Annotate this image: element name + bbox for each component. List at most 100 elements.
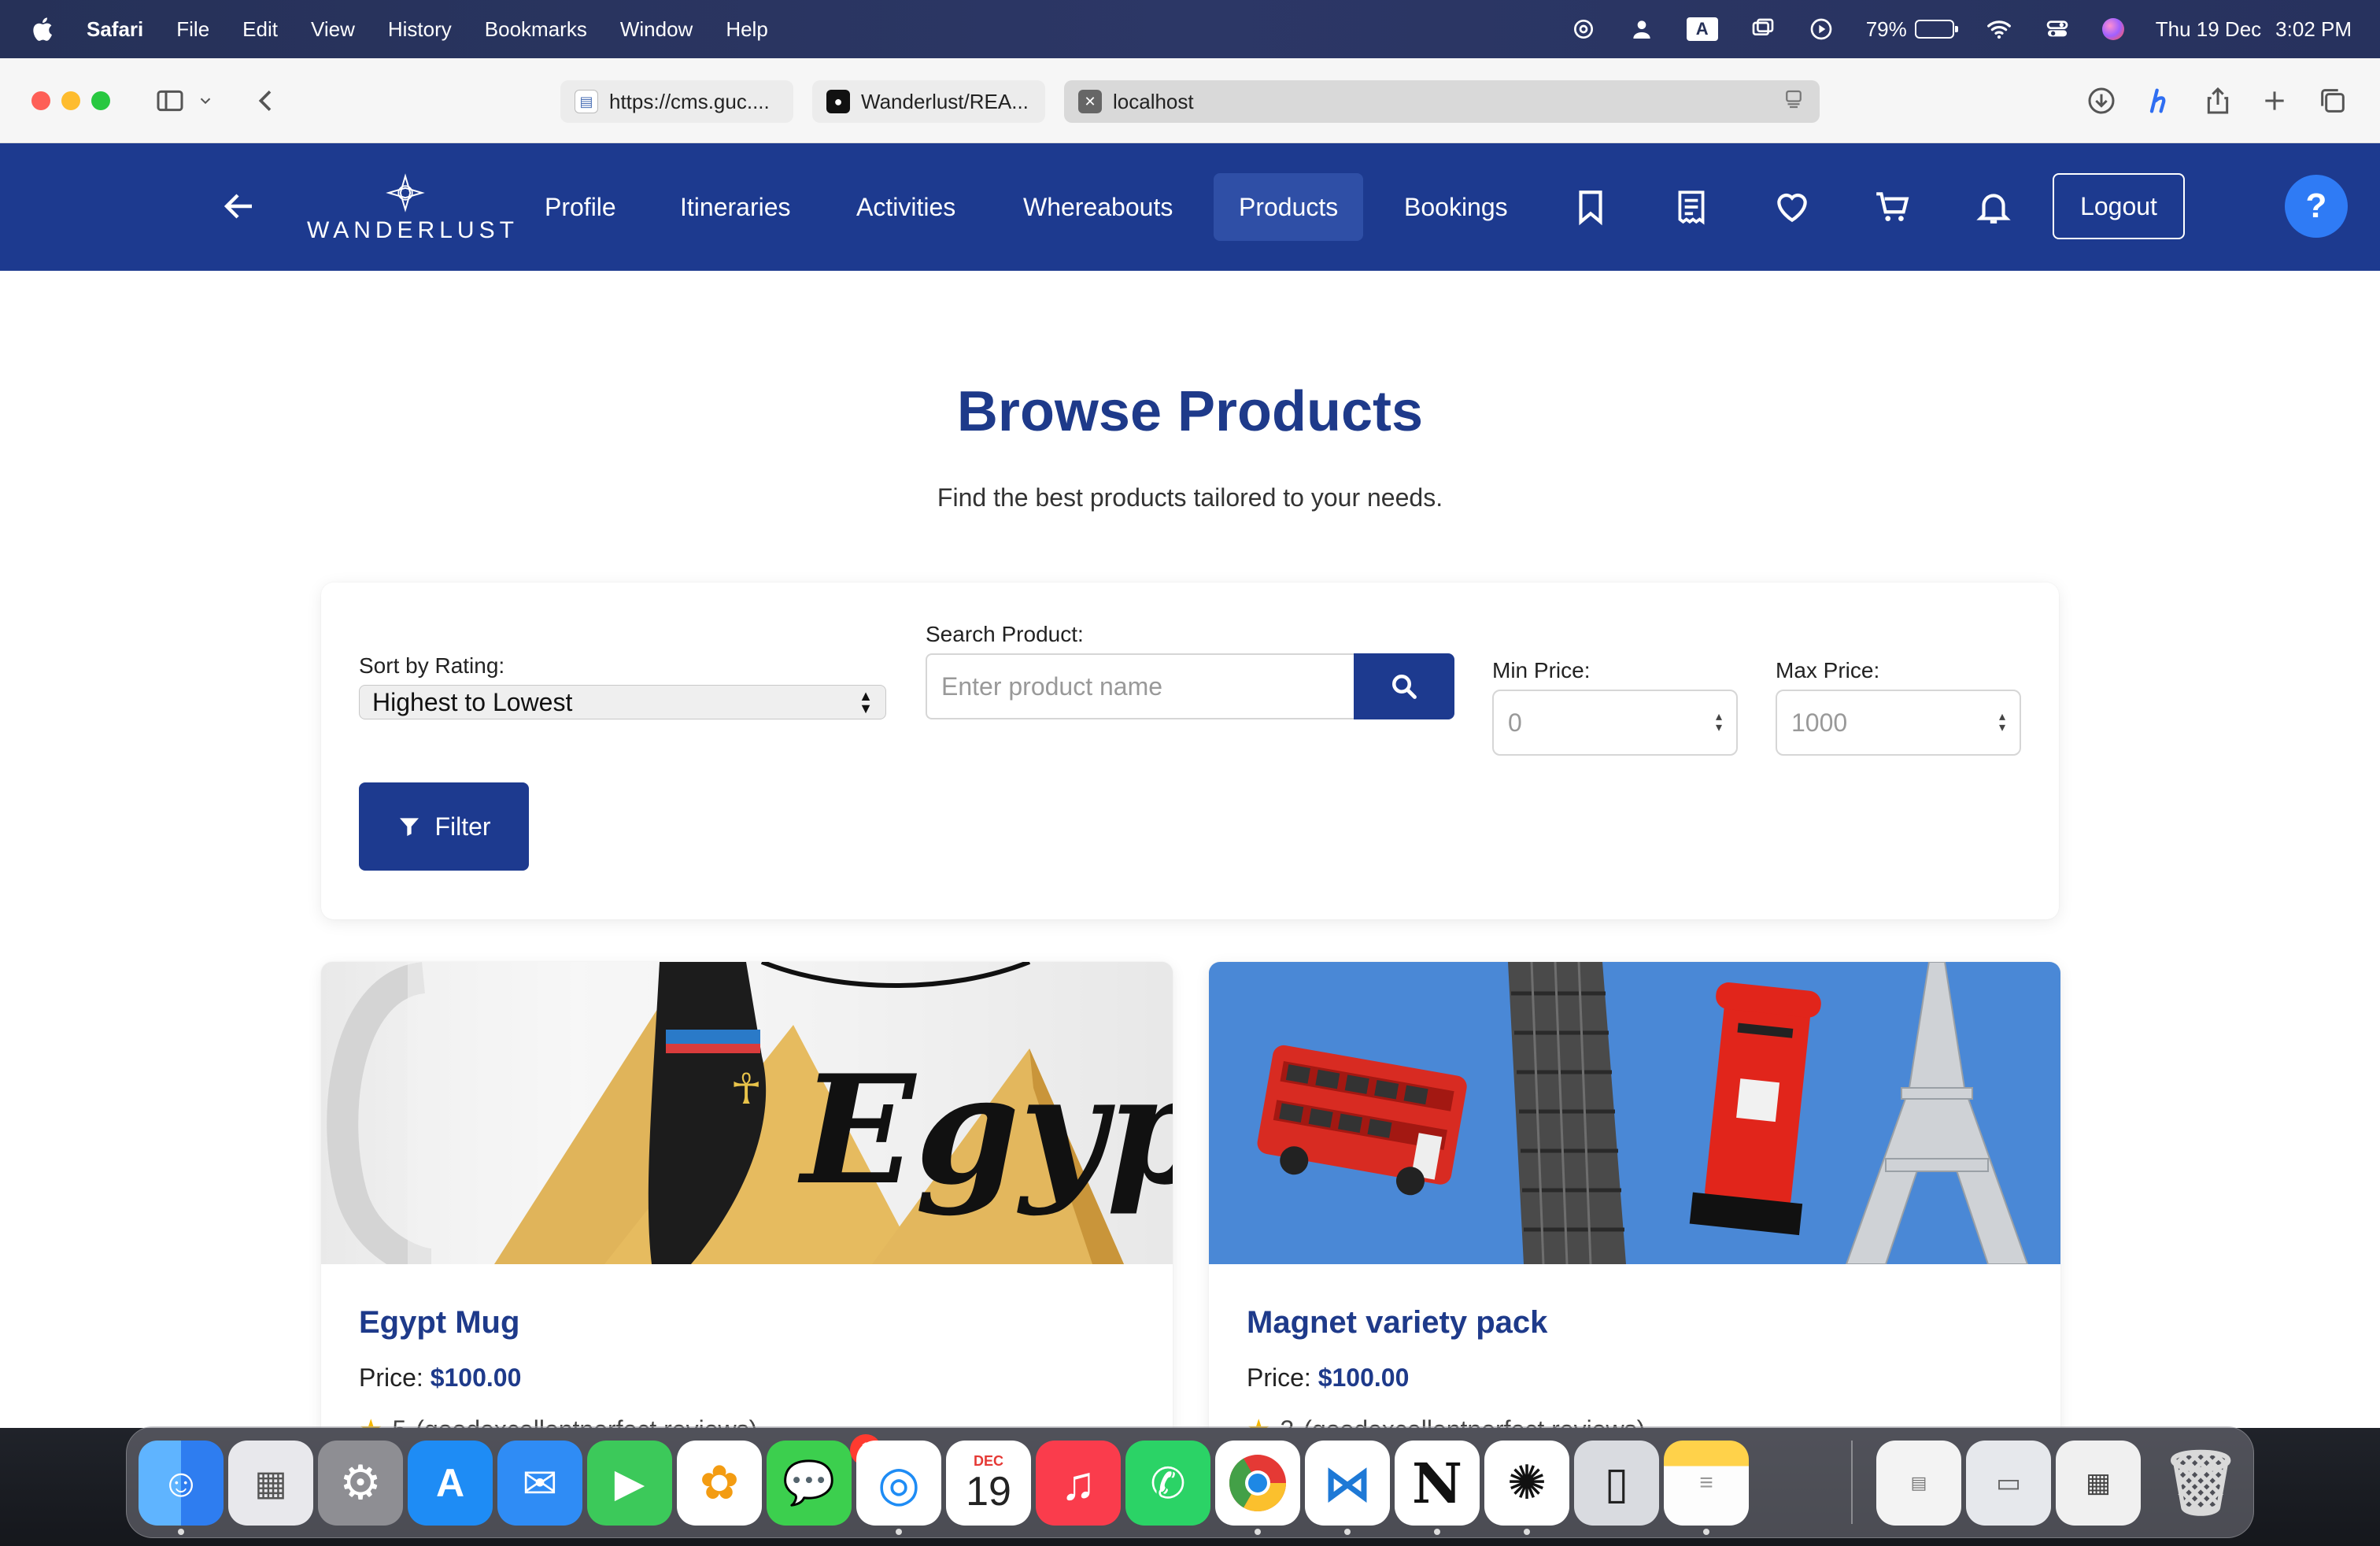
zoom-window-button[interactable] xyxy=(91,91,110,110)
product-image-magnet-pack xyxy=(1209,962,2060,1264)
nav-profile[interactable]: Profile xyxy=(519,173,641,241)
calendar-icon[interactable]: DEC 19 xyxy=(946,1441,1031,1526)
sort-select[interactable]: Highest to Lowest ▲ ▼ xyxy=(359,685,886,719)
menu-view[interactable]: View xyxy=(311,17,355,42)
keyboard-input-icon[interactable]: A xyxy=(1686,17,1718,41)
product-card[interactable]: ☥ Egypt Egypt Mug Price: $100.00 ★ 5 (go… xyxy=(321,962,1173,1428)
tab-cms[interactable]: ▤ https://cms.guc.... xyxy=(560,80,793,123)
wifi-icon[interactable] xyxy=(1986,16,2012,43)
search-icon xyxy=(1392,675,1417,699)
cart-icon[interactable] xyxy=(1873,187,1913,227)
music-icon[interactable]: ♫ xyxy=(1036,1441,1121,1526)
nav-bookings[interactable]: Bookings xyxy=(1379,173,1533,241)
facetime-icon[interactable]: ▶ xyxy=(587,1441,672,1526)
notion-icon[interactable]: N xyxy=(1395,1441,1480,1526)
compass-logo-icon xyxy=(386,173,425,213)
siri-icon[interactable] xyxy=(2101,18,2124,40)
bell-icon[interactable] xyxy=(1974,187,2013,227)
logout-button[interactable]: Logout xyxy=(2053,173,2185,239)
menu-help[interactable]: Help xyxy=(726,17,767,42)
menu-bookmarks[interactable]: Bookmarks xyxy=(485,17,587,42)
apple-menu-icon[interactable] xyxy=(28,13,55,45)
product-name[interactable]: Magnet variety pack xyxy=(1247,1305,1547,1341)
recent-folder-icon[interactable]: ▦ xyxy=(2056,1441,2141,1526)
menubar-date[interactable]: Thu 19 Dec xyxy=(2156,17,2261,42)
system-settings-icon[interactable]: ⚙ xyxy=(318,1441,403,1526)
site-navbar: WANDERLUST Profile Itineraries Activitie… xyxy=(0,143,2380,271)
stepper-icon[interactable]: ▴ ▾ xyxy=(1716,711,1722,734)
sort-selected-value: Highest to Lowest xyxy=(372,687,573,716)
min-price-input[interactable]: 0 ▴ ▾ xyxy=(1492,690,1738,756)
stepper-icon[interactable]: ▴ ▾ xyxy=(1999,711,2005,734)
sort-label: Sort by Rating: xyxy=(359,653,505,678)
notes-icon[interactable]: ≡ xyxy=(1664,1441,1749,1526)
running-indicator xyxy=(178,1529,184,1535)
nav-whereabouts[interactable]: Whereabouts xyxy=(998,173,1198,241)
brand-logo[interactable]: WANDERLUST xyxy=(307,173,514,244)
downloads-icon[interactable] xyxy=(2082,82,2120,120)
nav-activities[interactable]: Activities xyxy=(831,173,981,241)
product-card[interactable]: Magnet variety pack Price: $100.00 ★ 3 (… xyxy=(1209,962,2060,1428)
battery-status[interactable]: 79% xyxy=(1866,17,1958,42)
chevron-down-icon[interactable] xyxy=(194,82,217,120)
max-price-input[interactable]: 1000 ▴ ▾ xyxy=(1776,690,2021,756)
product-name[interactable]: Egypt Mug xyxy=(359,1305,519,1341)
window-controls xyxy=(31,91,110,110)
menu-app-name[interactable]: Safari xyxy=(87,17,143,42)
control-center-icon[interactable] xyxy=(2044,16,2071,43)
chatgpt-icon[interactable]: ✺ xyxy=(1484,1441,1569,1526)
vscode-icon[interactable]: ⋈ xyxy=(1305,1441,1390,1526)
running-indicator xyxy=(1524,1529,1530,1535)
pdf-document-icon[interactable]: ▤ xyxy=(1876,1441,1961,1526)
help-button[interactable]: ? xyxy=(2285,175,2348,238)
back-icon[interactable] xyxy=(247,82,285,120)
search-label: Search Product: xyxy=(926,622,1084,646)
screen-mirroring-icon[interactable] xyxy=(1750,16,1776,43)
menu-history[interactable]: History xyxy=(388,17,452,42)
messages-icon[interactable]: 💬 xyxy=(767,1441,852,1526)
menu-edit[interactable]: Edit xyxy=(242,17,278,42)
extension-h-icon[interactable] xyxy=(2141,82,2179,120)
app-store-icon[interactable]: A xyxy=(408,1441,493,1526)
user-status-icon[interactable] xyxy=(1628,16,1655,43)
receipt-icon[interactable] xyxy=(1672,187,1711,227)
close-tab-icon[interactable]: ✕ xyxy=(1078,90,1102,113)
menu-window[interactable]: Window xyxy=(620,17,693,42)
arrow-left-icon[interactable] xyxy=(220,187,258,225)
whatsapp-icon[interactable]: ✆ xyxy=(1125,1441,1210,1526)
launchpad-icon[interactable]: ▦ xyxy=(228,1441,313,1526)
bookmark-icon[interactable] xyxy=(1571,187,1610,227)
sidebar-toggle-icon[interactable] xyxy=(151,82,189,120)
mug-text: Egypt xyxy=(797,1042,1173,1218)
recent-window-icon[interactable]: ▭ xyxy=(1966,1441,2051,1526)
chatgpt-status-icon[interactable] xyxy=(1570,16,1597,43)
mail-icon[interactable]: ✉ xyxy=(497,1441,582,1526)
product-image-egypt-mug: ☥ Egypt xyxy=(321,962,1173,1264)
tab-localhost[interactable]: ✕ localhost xyxy=(1064,80,1820,123)
safari-icon[interactable]: ◎ xyxy=(856,1441,941,1526)
trash-icon[interactable]: 🗑 xyxy=(2158,1441,2243,1526)
menu-file[interactable]: File xyxy=(176,17,209,42)
chrome-icon[interactable] xyxy=(1215,1441,1300,1526)
product-price: Price: $100.00 xyxy=(359,1363,521,1393)
nav-itineraries[interactable]: Itineraries xyxy=(655,173,816,241)
iphone-mirroring-icon[interactable]: ▯ xyxy=(1574,1441,1659,1526)
nav-products[interactable]: Products xyxy=(1214,173,1364,241)
search-input[interactable]: Enter product name xyxy=(926,653,1355,719)
now-playing-icon[interactable] xyxy=(1808,16,1835,43)
new-tab-icon[interactable] xyxy=(2256,82,2293,120)
macos-menu-bar: Safari File Edit View History Bookmarks … xyxy=(0,0,2380,58)
search-button[interactable] xyxy=(1354,653,1454,719)
filter-button[interactable]: Filter xyxy=(359,782,529,871)
menubar-time[interactable]: 3:02 PM xyxy=(2275,17,2352,42)
share-icon[interactable] xyxy=(2199,82,2237,120)
minimize-window-button[interactable] xyxy=(61,91,80,110)
tab-overview-icon[interactable] xyxy=(2314,82,2352,120)
photos-icon[interactable]: ✿ xyxy=(677,1441,762,1526)
reader-view-icon[interactable] xyxy=(1782,87,1805,117)
tab-github[interactable]: ● Wanderlust/REA... xyxy=(812,80,1045,123)
finder-icon[interactable]: ☺ xyxy=(139,1441,224,1526)
heart-icon[interactable] xyxy=(1772,187,1812,227)
running-indicator xyxy=(896,1529,902,1535)
close-window-button[interactable] xyxy=(31,91,50,110)
